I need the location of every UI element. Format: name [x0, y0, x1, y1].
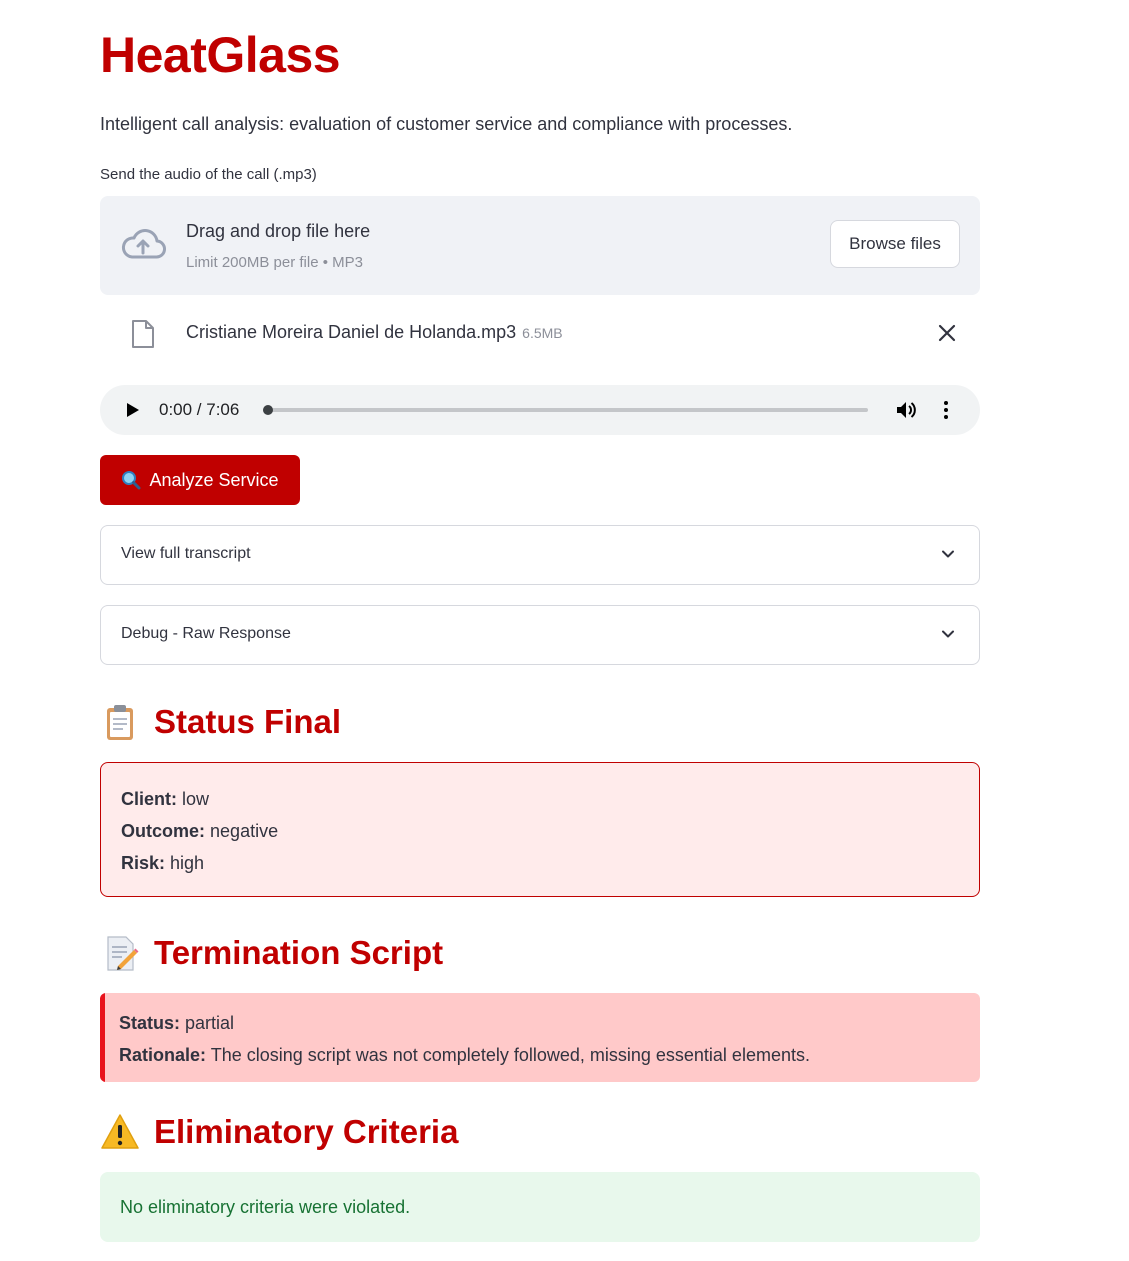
termination-script-title: Termination Script [154, 934, 444, 971]
audio-time: 0:00 / 7:06 [159, 400, 240, 419]
expander-transcript[interactable]: View full transcript [100, 525, 980, 585]
status-client-key: Client: [121, 789, 177, 809]
alert-accent-bar [100, 993, 105, 1082]
more-options-icon[interactable] [942, 400, 950, 420]
file-dropzone[interactable]: Drag and drop file here Limit 200MB per … [100, 196, 980, 295]
uploader-label: Send the audio of the call (.mp3) [100, 166, 317, 183]
chevron-down-icon [942, 630, 954, 638]
analyze-service-button[interactable]: Analyze Service [100, 455, 300, 505]
app-subtitle: Intelligent call analysis: evaluation of… [100, 114, 793, 134]
eliminatory-criteria-heading: Eliminatory Criteria [100, 1110, 458, 1154]
play-icon[interactable] [126, 402, 140, 418]
script-status-key: Status: [119, 1013, 181, 1033]
memo-icon [107, 936, 139, 971]
dropzone-limit: Limit 200MB per file • MP3 [186, 254, 363, 271]
termination-script-heading: Termination Script [100, 931, 443, 975]
status-final-box: Client: low Outcome: negative Risk: high [100, 762, 980, 897]
status-client-value: low [182, 789, 210, 809]
analyze-service-label: Analyze Service [149, 469, 279, 490]
script-rationale: Rationale: The closing script was not co… [119, 1045, 810, 1066]
status-outcome-value: negative [210, 821, 279, 841]
script-status: Status: partial [119, 1013, 234, 1034]
file-size: 6.5MB [522, 325, 563, 341]
expander-debug-label: Debug - Raw Response [121, 625, 291, 642]
status-client: Client: low [121, 789, 209, 810]
magnifier-icon [122, 471, 141, 490]
file-icon [132, 320, 154, 348]
status-risk-value: high [170, 853, 205, 873]
script-rationale-key: Rationale: [119, 1045, 207, 1065]
close-icon[interactable] [936, 322, 958, 344]
script-rationale-value: The closing script was not completely fo… [210, 1045, 810, 1065]
dropzone-title: Drag and drop file here [186, 221, 371, 241]
eliminatory-success-box: No eliminatory criteria were violated. [100, 1172, 980, 1242]
cloud-upload-icon [122, 229, 166, 259]
status-outcome: Outcome: negative [121, 821, 278, 842]
clipboard-icon [107, 705, 133, 740]
termination-script-box: Status: partial Rationale: The closing s… [100, 993, 980, 1082]
status-risk-key: Risk: [121, 853, 166, 873]
file-name-text: Cristiane Moreira Daniel de Holanda.mp3 [186, 322, 517, 342]
status-final-heading: Status Final [100, 700, 341, 744]
volume-icon[interactable] [896, 400, 918, 420]
uploaded-file-name: Cristiane Moreira Daniel de Holanda.mp3 6… [186, 322, 563, 343]
eliminatory-message: No eliminatory criteria were violated. [120, 1197, 411, 1217]
audio-progress-thumb[interactable] [263, 405, 273, 415]
status-risk: Risk: high [121, 853, 204, 874]
audio-progress-bar[interactable] [263, 405, 868, 415]
app-title: HeatGlass [100, 27, 341, 83]
audio-player: 0:00 / 7:06 [100, 385, 980, 435]
expander-transcript-label: View full transcript [121, 545, 251, 562]
browse-files-button[interactable]: Browse files [830, 220, 960, 268]
warning-icon [101, 1114, 139, 1149]
uploaded-file-row: Cristiane Moreira Daniel de Holanda.mp3 6… [100, 314, 980, 354]
status-final-title: Status Final [154, 703, 342, 740]
eliminatory-criteria-title: Eliminatory Criteria [154, 1113, 459, 1150]
expander-debug[interactable]: Debug - Raw Response [100, 605, 980, 665]
script-status-value: partial [185, 1013, 235, 1033]
chevron-down-icon [942, 550, 954, 558]
status-outcome-key: Outcome: [121, 821, 206, 841]
